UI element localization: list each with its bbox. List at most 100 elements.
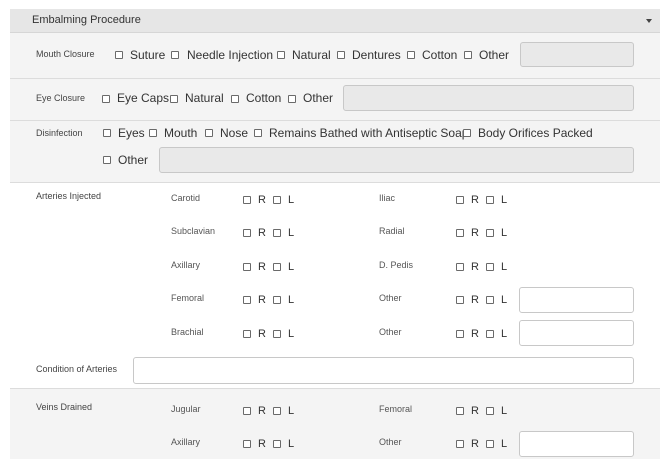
eyes-label: Eyes bbox=[118, 126, 145, 140]
top-spacer bbox=[10, 0, 660, 9]
mouth-closure-label: Mouth Closure bbox=[36, 49, 95, 59]
right-label: R bbox=[258, 438, 266, 450]
eye-natural-checkbox[interactable] bbox=[170, 95, 178, 103]
eye-cotton-label: Cotton bbox=[246, 91, 282, 105]
femoral-right-checkbox[interactable] bbox=[243, 296, 251, 304]
axillary-left-checkbox[interactable] bbox=[273, 263, 281, 271]
disinfection-other-input[interactable] bbox=[159, 147, 634, 173]
left-label: L bbox=[288, 438, 295, 450]
artery-subclavian-label: Subclavian bbox=[171, 226, 216, 236]
carotid-right-checkbox[interactable] bbox=[243, 196, 251, 204]
artery-iliac-label: Iliac bbox=[379, 193, 396, 203]
femoral-left-checkbox[interactable] bbox=[273, 296, 281, 304]
mouth-other-label: Other bbox=[479, 48, 510, 62]
mouth-other-input[interactable] bbox=[520, 42, 634, 67]
right-label: R bbox=[258, 328, 266, 340]
condition-of-arteries-input[interactable] bbox=[133, 357, 634, 384]
eye-caps-checkbox[interactable] bbox=[102, 95, 110, 103]
artery-other-1-input[interactable] bbox=[519, 287, 634, 313]
vein-other-label: Other bbox=[379, 437, 402, 447]
eye-other-input[interactable] bbox=[343, 85, 634, 111]
arteries-injected-row: Arteries Injected Carotid R L Iliac R L … bbox=[10, 183, 660, 350]
condition-of-arteries-row: Condition of Arteries bbox=[10, 350, 660, 388]
eye-cotton-checkbox[interactable] bbox=[231, 95, 239, 103]
jugular-right-checkbox[interactable] bbox=[243, 407, 251, 415]
artery-femoral-label: Femoral bbox=[171, 293, 205, 303]
left-label: L bbox=[288, 194, 295, 206]
dpedis-right-checkbox[interactable] bbox=[456, 263, 464, 271]
radial-right-checkbox[interactable] bbox=[456, 229, 464, 237]
mouth-closure-row: Mouth Closure Suture Needle Injection Na… bbox=[10, 33, 660, 78]
section-title: Embalming Procedure bbox=[32, 14, 141, 26]
needle-injection-label: Needle Injection bbox=[187, 48, 274, 62]
jugular-left-checkbox[interactable] bbox=[273, 407, 281, 415]
dentures-checkbox[interactable] bbox=[337, 51, 345, 59]
artery-carotid-label: Carotid bbox=[171, 193, 201, 203]
brachial-left-checkbox[interactable] bbox=[273, 330, 281, 338]
artery-other-1-label: Other bbox=[379, 293, 402, 303]
left-label: L bbox=[288, 227, 295, 239]
nose-checkbox[interactable] bbox=[205, 129, 213, 137]
vein-other-input[interactable] bbox=[519, 431, 634, 457]
left-label: L bbox=[288, 328, 295, 340]
mouth-natural-checkbox[interactable] bbox=[277, 51, 285, 59]
eye-natural-label: Natural bbox=[185, 91, 224, 105]
disinfection-label: Disinfection bbox=[36, 128, 83, 138]
vein-other-right-checkbox[interactable] bbox=[456, 440, 464, 448]
vein-axillary-right-checkbox[interactable] bbox=[243, 440, 251, 448]
vein-axillary-left-checkbox[interactable] bbox=[273, 440, 281, 448]
right-label: R bbox=[471, 328, 479, 340]
vein-femoral-right-checkbox[interactable] bbox=[456, 407, 464, 415]
artery-radial-label: Radial bbox=[379, 226, 405, 236]
left-label: L bbox=[501, 294, 508, 306]
caret-down-icon[interactable] bbox=[646, 19, 652, 23]
artery-other-2-input[interactable] bbox=[519, 320, 634, 346]
iliac-left-checkbox[interactable] bbox=[486, 196, 494, 204]
other-1-left-checkbox[interactable] bbox=[486, 296, 494, 304]
mouth-checkbox[interactable] bbox=[149, 129, 157, 137]
mouth-other-checkbox[interactable] bbox=[464, 51, 472, 59]
axillary-right-checkbox[interactable] bbox=[243, 263, 251, 271]
left-label: L bbox=[501, 194, 508, 206]
suture-label: Suture bbox=[130, 48, 166, 62]
carotid-left-checkbox[interactable] bbox=[273, 196, 281, 204]
other-1-right-checkbox[interactable] bbox=[456, 296, 464, 304]
left-label: L bbox=[501, 405, 508, 417]
eye-other-checkbox[interactable] bbox=[288, 95, 296, 103]
mouth-cotton-checkbox[interactable] bbox=[407, 51, 415, 59]
embalming-form: Embalming Procedure Mouth Closure Suture… bbox=[10, 0, 660, 459]
vein-femoral-label: Femoral bbox=[379, 404, 413, 414]
other-2-left-checkbox[interactable] bbox=[486, 330, 494, 338]
bathed-antiseptic-checkbox[interactable] bbox=[254, 129, 262, 137]
dentures-label: Dentures bbox=[352, 48, 401, 62]
eyes-checkbox[interactable] bbox=[103, 129, 111, 137]
right-label: R bbox=[258, 227, 266, 239]
veins-drained-row: Veins Drained Jugular R L Femoral R L Ax… bbox=[10, 389, 660, 459]
radial-left-checkbox[interactable] bbox=[486, 229, 494, 237]
suture-checkbox[interactable] bbox=[115, 51, 123, 59]
brachial-right-checkbox[interactable] bbox=[243, 330, 251, 338]
eye-closure-label: Eye Closure bbox=[36, 93, 86, 103]
right-label: R bbox=[471, 194, 479, 206]
left-label: L bbox=[501, 438, 508, 450]
subclavian-right-checkbox[interactable] bbox=[243, 229, 251, 237]
section-header[interactable]: Embalming Procedure bbox=[10, 9, 660, 33]
vein-other-left-checkbox[interactable] bbox=[486, 440, 494, 448]
other-2-right-checkbox[interactable] bbox=[456, 330, 464, 338]
vein-femoral-left-checkbox[interactable] bbox=[486, 407, 494, 415]
dpedis-left-checkbox[interactable] bbox=[486, 263, 494, 271]
iliac-right-checkbox[interactable] bbox=[456, 196, 464, 204]
mouth-natural-label: Natural bbox=[292, 48, 331, 62]
bathed-antiseptic-label: Remains Bathed with Antiseptic Soap bbox=[269, 126, 469, 140]
subclavian-left-checkbox[interactable] bbox=[273, 229, 281, 237]
mouth-label: Mouth bbox=[164, 126, 198, 140]
vein-axillary-label: Axillary bbox=[171, 437, 201, 447]
mouth-cotton-label: Cotton bbox=[422, 48, 458, 62]
right-label: R bbox=[471, 438, 479, 450]
needle-injection-checkbox[interactable] bbox=[171, 51, 179, 59]
nose-label: Nose bbox=[220, 126, 249, 140]
orifices-packed-checkbox[interactable] bbox=[463, 129, 471, 137]
disinfection-other-checkbox[interactable] bbox=[103, 156, 111, 164]
artery-brachial-label: Brachial bbox=[171, 327, 204, 337]
disinfection-row: Disinfection Eyes Mouth Nose Remains Bat… bbox=[10, 121, 660, 182]
